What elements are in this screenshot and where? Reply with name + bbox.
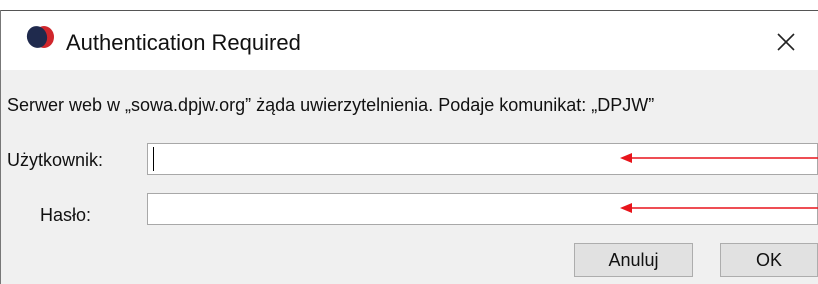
auth-message: Serwer web w „sowa.dpjw.org” żąda uwierz… [7,95,655,115]
dialog-title: Authentication Required [66,30,301,55]
auth-dialog: Authentication Required Serwer web w „so… [0,0,818,284]
cancel-button[interactable]: Anuluj [574,243,693,277]
ok-button[interactable]: OK [720,243,818,277]
annotation-arrow-password [620,203,818,213]
close-icon [777,33,795,51]
app-icon [26,26,54,48]
text-caret [153,147,154,171]
username-label: Użytkownik: [7,150,104,170]
password-label: Hasło: [40,205,92,225]
annotation-arrow-username [620,153,818,163]
close-button[interactable] [766,24,806,60]
